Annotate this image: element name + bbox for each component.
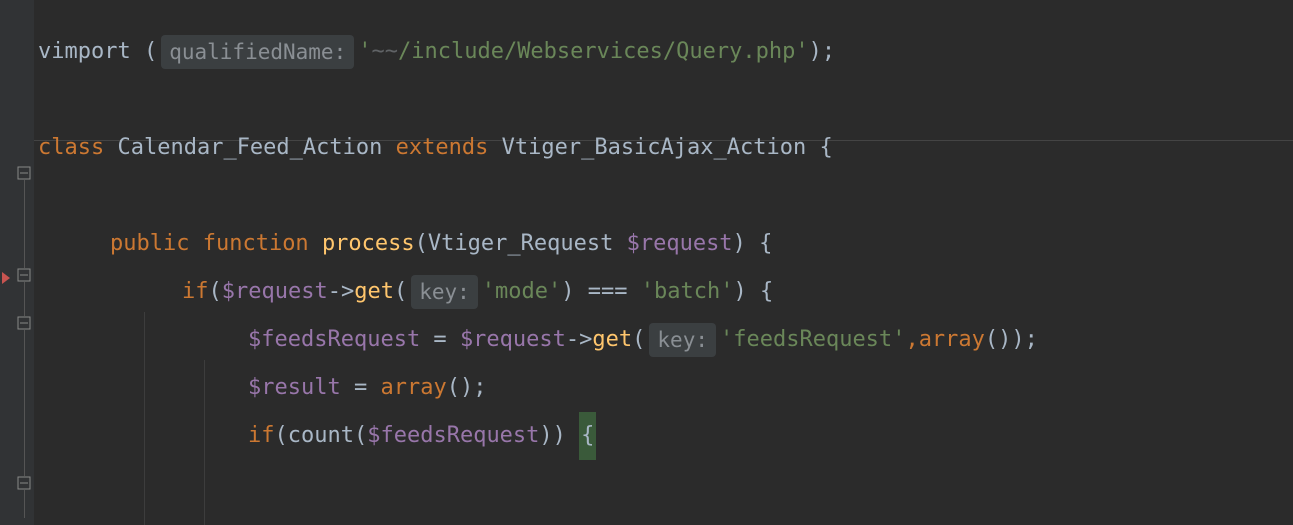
token-string-quote: ' (641, 279, 654, 304)
token-arrow: -> (328, 279, 355, 304)
token-classname: Vtiger_BasicAjax_Action (502, 135, 820, 160)
fold-icon[interactable] (17, 166, 31, 180)
token-variable: $feedsRequest (367, 423, 539, 448)
token-brace: { (759, 231, 772, 256)
execution-arrow-icon (2, 268, 12, 286)
token-paren: (); (447, 375, 487, 400)
token-paren: ) (539, 423, 552, 448)
token-keyword: array (380, 375, 446, 400)
token-method: get (592, 327, 632, 352)
token-keyword: if (182, 279, 209, 304)
token-string-quote: ' (795, 39, 808, 64)
token-operator: = (420, 327, 460, 352)
token-paren: ) (553, 423, 580, 448)
token-arrow: -> (566, 327, 593, 352)
token-variable: $request (222, 279, 328, 304)
code-line[interactable]: vimport (qualifiedName:'~~/include/Webse… (38, 28, 1293, 76)
token-variable: $request (460, 327, 566, 352)
token-paren: ( (632, 327, 645, 352)
code-line[interactable]: if($request->get(key:'mode') === 'batch'… (38, 268, 1293, 316)
fold-icon[interactable] (17, 476, 31, 490)
token-paren: ( (354, 423, 367, 448)
token-paren: ( (415, 231, 428, 256)
token-method: get (354, 279, 394, 304)
token-string: /include/Webservices/Query.php (398, 39, 795, 64)
code-editor[interactable]: vimport (qualifiedName:'~~/include/Webse… (0, 0, 1293, 525)
token-method: process (322, 231, 415, 256)
code-area[interactable]: vimport (qualifiedName:'~~/include/Webse… (34, 0, 1293, 525)
token-string-quote: ' (482, 279, 495, 304)
token-keyword: public (110, 231, 203, 256)
code-line[interactable]: if(count($feedsRequest)) { (38, 412, 1293, 460)
fold-icon[interactable] (17, 316, 31, 330)
token-paren: ); (1011, 327, 1038, 352)
code-line[interactable]: $result = array(); (38, 364, 1293, 412)
parameter-hint: qualifiedName: (161, 35, 354, 69)
token-keyword: array (919, 327, 985, 352)
token-identifier: count (288, 423, 354, 448)
token-paren: ) (733, 231, 760, 256)
token-paren: ( (275, 423, 288, 448)
token-tilde: ~~ (371, 39, 398, 64)
token-paren: ( (131, 39, 158, 64)
token-type: Vtiger_Request (428, 231, 627, 256)
token-paren: () (985, 327, 1012, 352)
token-string-quote: ' (720, 279, 733, 304)
token-string: mode (495, 279, 548, 304)
token-keyword: class (38, 135, 117, 160)
token-brace: { (820, 135, 833, 160)
fold-icon[interactable] (17, 268, 31, 282)
token-operator: === (588, 279, 641, 304)
token-paren: ( (394, 279, 407, 304)
code-line[interactable]: class Calendar_Feed_Action extends Vtige… (38, 124, 1293, 172)
token-string-quote: ' (892, 327, 905, 352)
gutter[interactable] (0, 0, 34, 525)
code-line[interactable]: $feedsRequest = $request->get(key:'feeds… (38, 316, 1293, 364)
caret-highlight: { (579, 412, 596, 460)
token-variable: $request (627, 231, 733, 256)
token-paren: ) (734, 279, 761, 304)
token-string: feedsRequest (733, 327, 892, 352)
token-variable: $result (248, 375, 341, 400)
code-line[interactable] (38, 76, 1293, 124)
token-paren: ) (561, 279, 588, 304)
token-keyword: function (203, 231, 322, 256)
token-keyword: extends (396, 135, 502, 160)
token-string-quote: ' (548, 279, 561, 304)
token-brace: { (760, 279, 773, 304)
token-comma: , (905, 327, 918, 352)
token-variable: $feedsRequest (248, 327, 420, 352)
code-line[interactable]: public function process(Vtiger_Request $… (38, 220, 1293, 268)
parameter-hint: key: (411, 275, 478, 309)
token-string-quote: ' (358, 39, 371, 64)
token-string: batch (654, 279, 720, 304)
token-paren: ( (209, 279, 222, 304)
token-string-quote: ' (720, 327, 733, 352)
code-line[interactable] (38, 172, 1293, 220)
token-paren: ); (809, 39, 836, 64)
token-keyword: if (248, 423, 275, 448)
token-classname: Calendar_Feed_Action (117, 135, 395, 160)
token-operator: = (341, 375, 381, 400)
parameter-hint: key: (649, 323, 716, 357)
token-identifier: vimport (38, 39, 131, 64)
